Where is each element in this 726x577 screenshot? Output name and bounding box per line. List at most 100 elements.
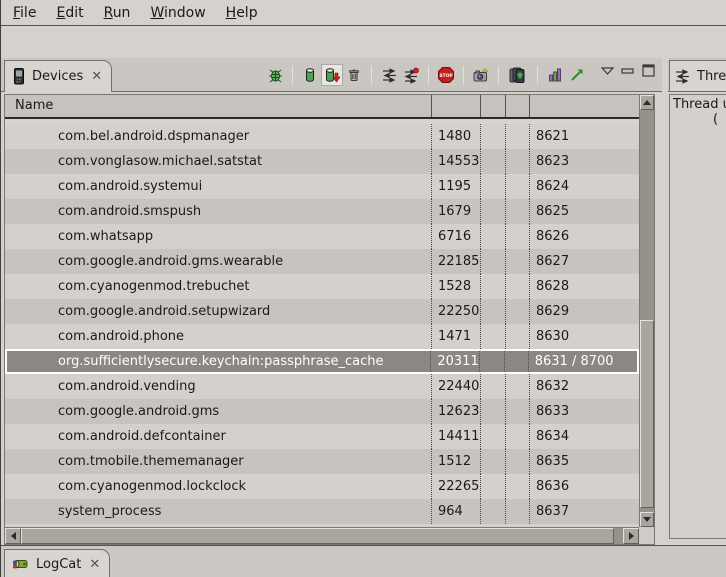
table-row[interactable]: com.vonglasow.michael.satstat 14553 8623 [5, 149, 639, 174]
menu-item[interactable]: Window [140, 2, 215, 24]
table-row[interactable]: com.android.systemui 1195 8624 [5, 174, 639, 199]
scrollbar-corner [639, 527, 654, 544]
process-blank2 [505, 449, 529, 474]
svg-text:STOP: STOP [439, 73, 453, 79]
minimize-button[interactable] [621, 66, 635, 76]
table-row[interactable]: com.tmobile.thememanager 1512 8635 [5, 449, 639, 474]
vertical-scrollbar[interactable] [639, 95, 654, 527]
process-blank2 [505, 199, 529, 224]
table-row[interactable]: org.sufficientlysecure.keychain:passphra… [5, 349, 639, 374]
table-row[interactable]: com.cyanogenmod.trebuchet 1528 8628 [5, 274, 639, 299]
table-row[interactable]: com.android.smspush 1679 8625 [5, 199, 639, 224]
process-blank1 [480, 424, 505, 449]
process-port: 8632 [529, 374, 639, 399]
process-name: com.cyanogenmod.lockclock [5, 474, 431, 499]
tab-logcat[interactable]: LogCat ✕ [4, 549, 110, 577]
update-heap-button[interactable] [299, 64, 321, 86]
start-profiling-arrow-button[interactable] [566, 64, 588, 86]
toolbar-separator [537, 66, 538, 84]
table-row[interactable]: com.android.vending 22440 8632 [5, 374, 639, 399]
process-pid: 1679 [431, 199, 480, 224]
toolbar-separator [371, 66, 372, 84]
table-row[interactable]: system_process 964 8637 [5, 499, 639, 524]
process-name: com.android.phone [5, 324, 431, 349]
process-blank2 [505, 299, 529, 324]
heap-bars-button[interactable] [544, 64, 566, 86]
table-row[interactable]: com.whatsapp 6716 8626 [5, 224, 639, 249]
dump-hprof-button[interactable] [321, 64, 343, 86]
process-pid: 1528 [431, 274, 480, 299]
phone-icon [12, 68, 26, 85]
table-header[interactable]: Name [5, 95, 639, 119]
update-threads-button[interactable] [378, 64, 400, 86]
column-header-blank1[interactable] [480, 95, 505, 117]
debug-attach-button[interactable] [264, 64, 286, 86]
process-port: 8628 [529, 274, 639, 299]
process-port: 8624 [529, 174, 639, 199]
scroll-left-button[interactable] [5, 528, 21, 544]
vertical-scroll-thumb[interactable] [640, 320, 654, 508]
tab-threads[interactable]: Threa [669, 60, 726, 91]
close-icon[interactable]: ✕ [89, 69, 102, 84]
column-header-name[interactable]: Name [5, 95, 431, 117]
tab-devices[interactable]: Devices ✕ [4, 60, 112, 92]
horizontal-scroll-thumb[interactable] [21, 528, 614, 544]
screen-capture-button[interactable] [470, 64, 492, 86]
process-pid: 14411 [431, 424, 480, 449]
process-pid: 22440 [431, 374, 480, 399]
scroll-down-button[interactable] [640, 512, 654, 527]
table-row[interactable]: com.google.android.setupwizard 22250 862… [5, 299, 639, 324]
stop-process-button[interactable]: STOP [435, 64, 457, 86]
horizontal-scrollbar[interactable] [5, 527, 639, 544]
table-row[interactable]: com.android.phone 1471 8630 [5, 324, 639, 349]
menu-item[interactable]: Edit [46, 2, 93, 24]
menu-item[interactable]: Run [94, 2, 141, 24]
scroll-up-button[interactable] [640, 95, 654, 110]
process-name: com.cyanogenmod.trebuchet [5, 274, 431, 299]
heap-bars-icon [547, 67, 563, 83]
menu-item[interactable]: Help [216, 2, 268, 24]
process-pid: 20311 [430, 351, 479, 372]
vertical-scroll-track[interactable] [640, 110, 654, 512]
process-name: com.android.systemui [5, 174, 431, 199]
threads-tabbar: Threa [668, 58, 726, 92]
maximize-button[interactable] [642, 64, 656, 77]
close-icon[interactable]: ✕ [87, 557, 100, 572]
table-row[interactable]: com.google.android.gms 12623 8633 [5, 399, 639, 424]
table-row[interactable]: com.android.defcontainer 14411 8634 [5, 424, 639, 449]
threads-profiling-icon [403, 67, 420, 84]
process-name: com.android.smspush [5, 199, 431, 224]
threads-view: Threa Thread up ( [668, 58, 726, 545]
column-header-port[interactable] [529, 95, 639, 117]
process-blank2 [505, 324, 529, 349]
column-header-blank2[interactable] [505, 95, 529, 117]
start-method-profiling-button[interactable] [400, 64, 422, 86]
camera-icon [472, 67, 490, 84]
menu-item[interactable]: File [3, 2, 46, 24]
capture-device-view-button[interactable] [505, 64, 531, 86]
cause-gc-button[interactable] [343, 64, 365, 86]
table-row[interactable]: com.google.android.gms.wearable 22185 86… [5, 249, 639, 274]
ddms-window: File Edit Run Window Help [0, 0, 726, 577]
process-pid: 14553 [431, 149, 480, 174]
column-header-pid[interactable] [431, 95, 480, 117]
threads-message-line1: Thread up [673, 97, 726, 112]
process-port: 8634 [529, 424, 639, 449]
process-name: com.android.defcontainer [5, 424, 431, 449]
table-row[interactable]: com.cyanogenmod.lockclock 22265 8636 [5, 474, 639, 499]
process-blank2 [505, 224, 529, 249]
devices-tabbar: Devices ✕ [1, 58, 662, 92]
process-blank1 [480, 324, 505, 349]
scroll-right-button[interactable] [623, 528, 639, 544]
table-row[interactable]: com.bel.android.dspmanager 1480 8621 [5, 124, 639, 149]
threads-message: Thread up ( [669, 94, 726, 539]
process-blank2 [505, 149, 529, 174]
process-blank2 [505, 174, 529, 199]
process-name: org.sufficientlysecure.keychain:passphra… [7, 351, 430, 372]
process-port: 8626 [529, 224, 639, 249]
process-name: com.google.android.setupwizard [5, 299, 431, 324]
process-name: com.google.android.gms [5, 399, 431, 424]
process-port: 8637 [529, 499, 639, 524]
view-menu-button[interactable] [601, 67, 614, 75]
process-port: 8623 [529, 149, 639, 174]
